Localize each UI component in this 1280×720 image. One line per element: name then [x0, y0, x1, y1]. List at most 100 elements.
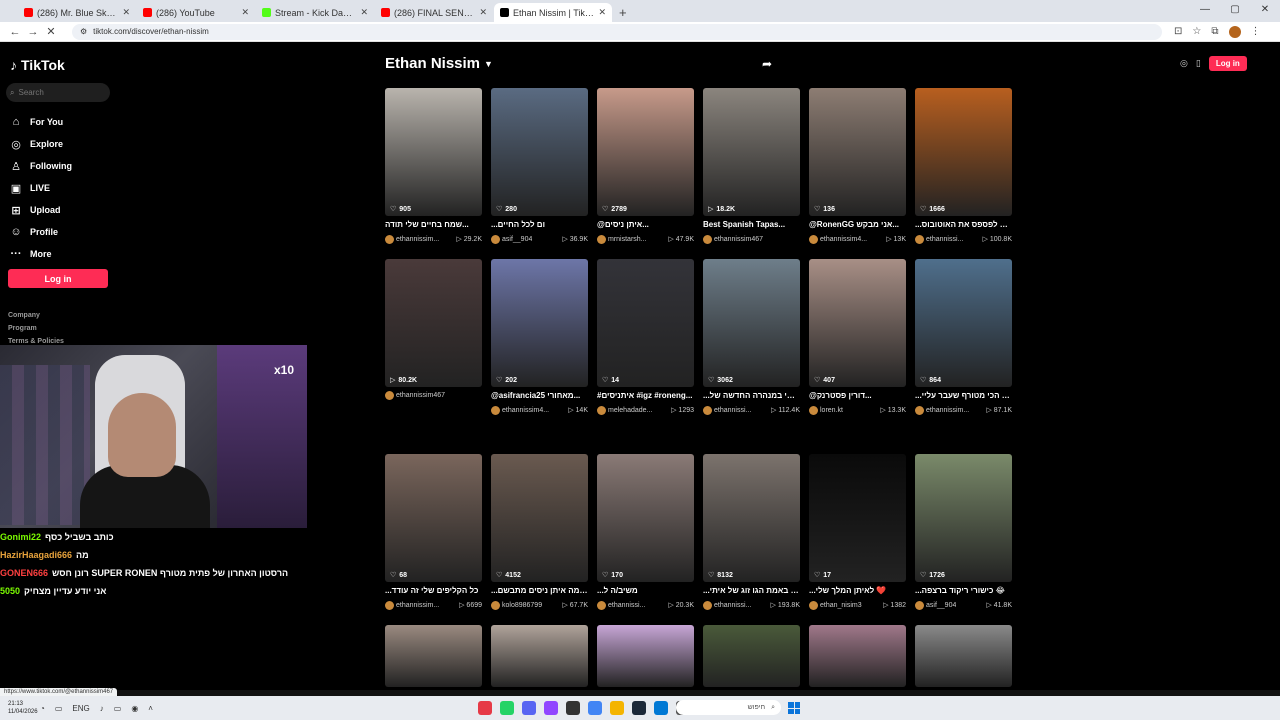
browser-menu-icon[interactable]: ⋮	[1251, 26, 1261, 37]
display-icon[interactable]: ▭	[114, 704, 122, 713]
tab-close-icon[interactable]: ✕	[241, 7, 249, 18]
video-thumbnail[interactable]: ♡ 136	[809, 88, 906, 216]
sidebar-login-button[interactable]: Log in	[8, 269, 108, 288]
network-icon[interactable]: ◉	[131, 704, 138, 713]
video-thumbnail[interactable]	[809, 625, 906, 687]
video-thumbnail[interactable]: ♡ 4152	[491, 454, 588, 582]
video-thumbnail[interactable]	[385, 625, 482, 687]
video-card[interactable]: ♡ 136 @RonenGG אני מבקש... ethannissim4... ▷…	[809, 88, 906, 244]
battery-icon[interactable]: ▭	[55, 704, 63, 713]
sidebar-item-live[interactable]: ▣ LIVE	[10, 177, 72, 199]
video-author[interactable]: ethan_nisim3	[809, 600, 862, 610]
video-thumbnail[interactable]: ♡ 1666	[915, 88, 1012, 216]
tab-close-icon[interactable]: ✕	[122, 7, 130, 18]
video-thumbnail[interactable]	[915, 625, 1012, 687]
video-thumbnail[interactable]: ♡ 2789	[597, 88, 694, 216]
video-author[interactable]: kolo8986799	[491, 600, 542, 610]
video-card[interactable]	[703, 625, 800, 687]
mic-icon[interactable]: ♪	[100, 704, 104, 713]
video-card[interactable]: ♡ 905 שמח בחיים שלי תודה... ethannissim... ▷…	[385, 88, 482, 244]
taskbar-app-icon[interactable]	[478, 701, 492, 715]
browser-tab[interactable]: (286) Mr. Blue Sky - YouTube ✕	[18, 3, 136, 22]
notification-icon[interactable]: ◔	[40, 704, 45, 713]
video-thumbnail[interactable]: ♡ 905	[385, 88, 482, 216]
new-tab-button[interactable]: +	[619, 3, 627, 22]
video-card[interactable]: ♡ 280 ...ום לכל החיים asif__904 ▷ 36.9K	[491, 88, 588, 244]
video-caption[interactable]: @איתן ניסים...	[597, 220, 694, 231]
video-caption[interactable]: @דורין פסטרנק...	[809, 391, 906, 402]
video-author[interactable]: loren.kt	[809, 405, 843, 415]
video-card[interactable]: ♡ 14 #איתניסים #igz #roneng... melehadade..…	[597, 259, 694, 415]
video-caption[interactable]: @RonenGG אני מבקש...	[809, 220, 906, 231]
taskbar-app-icon[interactable]	[632, 701, 646, 715]
sidebar-item-profile[interactable]: ☺ Profile	[10, 221, 72, 243]
taskbar-app-icon[interactable]	[610, 701, 624, 715]
video-caption[interactable]: ...עם מה איתן ניסים מתבשם	[491, 586, 588, 597]
header-login-button[interactable]: Log in	[1208, 55, 1247, 71]
stop-loading-button[interactable]: ✕	[42, 25, 60, 38]
video-thumbnail[interactable]: ▷ 18.2K	[703, 88, 800, 216]
browser-profile-avatar[interactable]	[1228, 25, 1241, 38]
video-caption[interactable]: ...משיב/ה ל	[597, 586, 694, 597]
video-thumbnail[interactable]: ♡ 14	[597, 259, 694, 387]
video-caption[interactable]: ...כל הקליפים שלי זה עודד	[385, 586, 482, 597]
video-author[interactable]: mrnistarsh...	[597, 234, 647, 244]
video-card[interactable]	[597, 625, 694, 687]
taskbar-app-icon[interactable]	[500, 701, 514, 715]
video-card[interactable]	[385, 625, 482, 687]
sidebar-item-more[interactable]: ··· More	[10, 243, 72, 265]
sidebar-item-following[interactable]: ♙ Following	[10, 155, 72, 177]
video-thumbnail[interactable]: ♡ 1726	[915, 454, 1012, 582]
sidebar-item-for-you[interactable]: ⌂ For You	[10, 111, 72, 133]
compass-icon[interactable]: ◎	[1180, 58, 1188, 69]
windows-start-icon[interactable]	[788, 702, 800, 714]
search-input[interactable]	[18, 88, 99, 97]
video-thumbnail[interactable]: ♡ 407	[809, 259, 906, 387]
tab-close-icon[interactable]: ✕	[360, 7, 368, 18]
video-caption[interactable]: Best Spanish Tapas...	[703, 220, 800, 231]
minimize-button[interactable]: —	[1190, 0, 1220, 22]
forward-button[interactable]: →	[24, 26, 42, 38]
browser-tab[interactable]: Ethan Nissim | TikTok ✕	[494, 3, 612, 22]
video-caption[interactable]: ...ום לכל החיים	[491, 220, 588, 231]
video-card[interactable]: ♡ 1726 ...כישורי ריקוד ברצפה 😂 asif__904 ▷ 4…	[915, 454, 1012, 610]
video-card[interactable]: ♡ 68 ...כל הקליפים שלי זה עודד ethannissim.…	[385, 454, 482, 610]
taskbar-app-icon[interactable]	[544, 701, 558, 715]
footer-link[interactable]: Program	[8, 322, 64, 335]
taskbar-app-icon[interactable]	[588, 701, 602, 715]
video-card[interactable]: ♡ 4152 ...עם מה איתן ניסים מתבשם kolo898679…	[491, 454, 588, 610]
video-caption[interactable]: @asifrancia25 מאחורי...	[491, 391, 588, 402]
video-card[interactable]: ♡ 3062 ...נסעתי במנהרה החדשה של ethannissi.…	[703, 259, 800, 415]
video-card[interactable]	[491, 625, 588, 687]
video-author[interactable]: asif__904	[915, 600, 956, 610]
video-card[interactable]: ♡ 17 ...לאיתן המלך שלי ❤️ ethan_nisim3 ▷ 138…	[809, 454, 906, 610]
video-thumbnail[interactable]: ♡ 170	[597, 454, 694, 582]
video-card[interactable]: ♡ 1666 ...בלחץ לפספס את האוטובוס ethannissi…	[915, 88, 1012, 244]
video-card[interactable]: ▷ 80.2K ethannissim467	[385, 259, 482, 400]
video-thumbnail[interactable]: ♡ 280	[491, 88, 588, 216]
video-thumbnail[interactable]	[491, 625, 588, 687]
video-caption[interactable]: ...יום הכי מטורף שעבר עליי	[915, 391, 1012, 402]
taskbar-app-icon[interactable]	[654, 701, 668, 715]
video-thumbnail[interactable]: ▷ 80.2K	[385, 259, 482, 387]
back-button[interactable]: ←	[6, 26, 24, 38]
search-box[interactable]: ⌕	[6, 83, 110, 102]
browser-tab[interactable]: (286) FINAL SENTENCE GAME✕	[375, 3, 493, 22]
video-author[interactable]: ethannissi...	[597, 600, 645, 610]
video-card[interactable]: ♡ 864 ...יום הכי מטורף שעבר עליי ethannissi…	[915, 259, 1012, 415]
close-window-button[interactable]: ✕	[1250, 0, 1280, 22]
video-thumbnail[interactable]: ♡ 8132	[703, 454, 800, 582]
video-author[interactable]: ethannissim4...	[491, 405, 549, 415]
video-thumbnail[interactable]: ♡ 68	[385, 454, 482, 582]
video-thumbnail[interactable]: ♡ 17	[809, 454, 906, 582]
tab-close-icon[interactable]: ✕	[598, 7, 606, 18]
share-icon[interactable]: ➦	[762, 57, 772, 71]
video-card[interactable]: ♡ 407 @דורין פסטרנק... loren.kt ▷ 13.3K	[809, 259, 906, 415]
video-card[interactable]	[915, 625, 1012, 687]
video-author[interactable]: ethannissi...	[915, 234, 963, 244]
clock[interactable]: 21:13 11/04/2026	[0, 700, 38, 716]
page-title[interactable]: Ethan Nissim ▼	[385, 55, 493, 72]
video-card[interactable]: ▷ 18.2K Best Spanish Tapas... ethannissim46…	[703, 88, 800, 244]
video-author[interactable]: ethannissim...	[385, 234, 439, 244]
video-card[interactable]: ♡8132 ...איי לא באמת הגו זוג של איתי ethan…	[703, 454, 800, 610]
